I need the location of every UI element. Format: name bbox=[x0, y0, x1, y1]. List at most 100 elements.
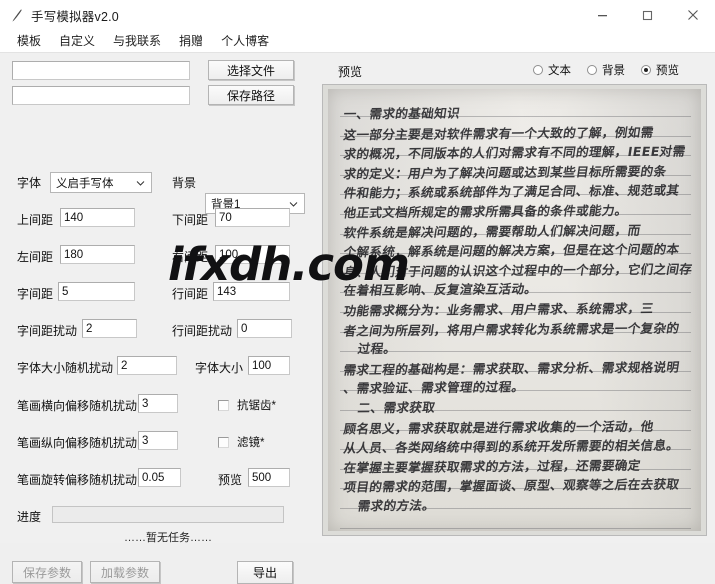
input-preview-count[interactable] bbox=[248, 468, 290, 487]
radio-preview-label: 预览 bbox=[656, 65, 679, 77]
label-stroke-x-jitter: 笔画横向偏移随机扰动 bbox=[17, 399, 138, 413]
handwriting-line: 项目的需求的范围，掌握面谈、原型、观察等之后在去获取 bbox=[342, 476, 681, 495]
radio-background[interactable]: 背景 bbox=[587, 62, 625, 78]
window-title: 手写模拟器v2.0 bbox=[31, 9, 119, 24]
label-stroke-y-jitter: 笔画纵向偏移随机扰动 bbox=[17, 436, 138, 450]
handwriting-line: 件和能力；系统或系统部件为了满足合同、标准、规范或其 bbox=[342, 182, 681, 201]
menu-custom[interactable]: 自定义 bbox=[50, 31, 104, 51]
save-path-input[interactable] bbox=[12, 86, 190, 105]
close-button[interactable] bbox=[670, 0, 715, 30]
checkbox-antialias[interactable]: 抗锯齿* bbox=[218, 397, 276, 413]
label-line-spacing-jitter: 行间距扰动 bbox=[172, 324, 233, 338]
file-path-input[interactable] bbox=[12, 61, 190, 80]
preview-panel-label: 预览 bbox=[338, 65, 363, 79]
radio-preview[interactable]: 预览 bbox=[641, 62, 679, 78]
handwriting-line: 在掌握主要掌握获取需求的方法，过程，还需要确定 bbox=[342, 457, 642, 476]
export-button[interactable]: 导出 bbox=[237, 561, 293, 584]
label-font-size: 字体大小 bbox=[195, 361, 244, 375]
radio-circle-icon bbox=[587, 65, 597, 75]
input-top-margin[interactable] bbox=[60, 208, 135, 227]
progress-label: 进度 bbox=[17, 510, 42, 524]
maximize-button[interactable] bbox=[625, 0, 670, 30]
radio-text[interactable]: 文本 bbox=[533, 62, 571, 78]
input-stroke-x-jitter[interactable] bbox=[138, 394, 178, 413]
save-path-button[interactable]: 保存路径 bbox=[208, 85, 294, 105]
menu-bar: 模板 自定义 与我联系 捐赠 个人博客 bbox=[0, 30, 715, 53]
preview-mode-radio-group: 文本 背景 预览 bbox=[533, 62, 679, 78]
handwriting-line: 求的定义：用户为了解决问题或达到某些目标所需要的条 bbox=[342, 163, 668, 182]
chevron-down-icon bbox=[136, 178, 145, 187]
input-right-margin[interactable] bbox=[215, 245, 290, 264]
handwriting-line: 他正式文档所规定的需求所需具备的条件或能力。 bbox=[342, 202, 629, 221]
load-params-button[interactable]: 加载参数 bbox=[90, 561, 160, 583]
title-bar: 手写模拟器v2.0 bbox=[0, 0, 715, 30]
input-stroke-y-jitter[interactable] bbox=[138, 431, 178, 450]
label-bottom-margin: 下间距 bbox=[172, 213, 209, 227]
input-font-size[interactable] bbox=[248, 356, 290, 375]
handwriting-line: 功能需求概分为：业务需求、用户需求、系统需求，三 bbox=[342, 300, 655, 319]
minimize-button[interactable] bbox=[580, 0, 625, 30]
handwriting-line: 需求的方法。 bbox=[356, 497, 437, 514]
label-right-margin: 右间距 bbox=[172, 250, 209, 264]
handwriting-page: 一、需求的基础知识这一部分主要是对软件需求有一个大致的了解，例如需 求的概况，不同… bbox=[328, 89, 701, 531]
menu-template[interactable]: 模板 bbox=[8, 31, 50, 51]
font-label: 字体 bbox=[17, 176, 42, 190]
handwriting-line: 顾名思义，需求获取就是进行需求收集的一个活动，他 bbox=[342, 418, 655, 436]
select-file-button[interactable]: 选择文件 bbox=[208, 60, 294, 80]
chevron-down-icon bbox=[289, 199, 298, 208]
handwriting-line: 需求工程的基础构是：需求获取、需求分析、需求规格说明 bbox=[342, 359, 681, 378]
input-bottom-margin[interactable] bbox=[215, 208, 290, 227]
radio-text-label: 文本 bbox=[548, 65, 571, 77]
font-select-value: 义启手写体 bbox=[56, 177, 114, 190]
input-stroke-rotation-jitter[interactable] bbox=[138, 468, 181, 487]
settings-panel: 选择文件 保存路径 字体 义启手写体 背景 背景1 上间距 下间距 bbox=[0, 53, 318, 584]
radio-background-label: 背景 bbox=[602, 65, 625, 77]
handwriting-line: 一、需求的基础知识 bbox=[342, 105, 462, 122]
label-top-margin: 上间距 bbox=[17, 213, 54, 227]
save-params-button[interactable]: 保存参数 bbox=[12, 561, 82, 583]
main-content: 选择文件 保存路径 字体 义启手写体 背景 背景1 上间距 下间距 bbox=[0, 53, 715, 584]
progress-bar bbox=[52, 506, 284, 523]
checkbox-filter-label: 滤镜* bbox=[237, 437, 265, 449]
radio-circle-icon bbox=[533, 65, 543, 75]
input-line-spacing-jitter[interactable] bbox=[237, 319, 292, 338]
label-char-spacing-jitter: 字间距扰动 bbox=[17, 324, 78, 338]
paper-rule-line bbox=[340, 527, 691, 529]
checkbox-filter[interactable]: 滤镜* bbox=[218, 434, 264, 450]
menu-contact[interactable]: 与我联系 bbox=[104, 31, 170, 51]
handwriting-line: 求的概况，不同版本的人们对需求有不同的理解，IEEE对需 bbox=[342, 143, 687, 162]
handwriting-line: 在着相互影响、反复渲染互活动。 bbox=[342, 281, 539, 299]
handwriting-line: 二、需求获取 bbox=[356, 399, 437, 416]
label-stroke-rotation-jitter: 笔画旋转偏移随机扰动 bbox=[17, 473, 138, 487]
label-font-size-jitter: 字体大小随机扰动 bbox=[17, 361, 114, 375]
font-select[interactable]: 义启手写体 bbox=[50, 172, 152, 193]
handwriting-line: 身、人们对于问题的认识这个过程中的一个部分，它们之间存 bbox=[342, 261, 694, 280]
label-char-spacing: 字间距 bbox=[17, 287, 54, 301]
menu-donate[interactable]: 捐赠 bbox=[170, 31, 212, 51]
input-char-spacing-jitter[interactable] bbox=[82, 319, 137, 338]
label-left-margin: 左间距 bbox=[17, 250, 54, 264]
input-line-spacing[interactable] bbox=[213, 282, 290, 301]
handwriting-line: 从人员、各类网络统中得到的系统开发所需要的相关信息。 bbox=[342, 437, 681, 456]
window-controls bbox=[580, 0, 715, 30]
menu-blog[interactable]: 个人博客 bbox=[212, 31, 278, 51]
input-left-margin[interactable] bbox=[60, 245, 135, 264]
input-font-size-jitter[interactable] bbox=[117, 356, 177, 375]
handwriting-line: 软件系统是解决问题的，需要帮助人们解决问题，而 bbox=[342, 222, 642, 240]
handwriting-line: 过程。 bbox=[356, 341, 398, 357]
label-line-spacing: 行间距 bbox=[172, 287, 209, 301]
checkbox-box-icon bbox=[218, 399, 229, 411]
preview-image-area[interactable]: 一、需求的基础知识这一部分主要是对软件需求有一个大致的了解，例如需 求的概况，不同… bbox=[322, 84, 707, 536]
handwriting-line: 个解系统，解系统是问题的解决方案，但是在这个问题的本 bbox=[342, 241, 681, 260]
label-preview-count: 预览 bbox=[218, 473, 243, 487]
background-label: 背景 bbox=[172, 176, 197, 190]
handwriting-line: 、需求验证、需求管理的过程。 bbox=[342, 379, 526, 397]
handwriting-line: 者之间为所层列，将用户需求转化为系统需求是一个复杂的 bbox=[342, 320, 681, 339]
application-window: 手写模拟器v2.0 模板 自定义 与我联系 捐赠 个人博客 选择文件 保存路径 … bbox=[0, 0, 715, 584]
checkbox-box-icon bbox=[218, 436, 229, 448]
checkbox-antialias-label: 抗锯齿* bbox=[237, 400, 276, 412]
pen-icon bbox=[9, 7, 25, 23]
input-char-spacing[interactable] bbox=[58, 282, 135, 301]
handwriting-line: 这一部分主要是对软件需求有一个大致的了解，例如需 bbox=[342, 124, 655, 142]
radio-circle-selected-icon bbox=[641, 65, 651, 75]
